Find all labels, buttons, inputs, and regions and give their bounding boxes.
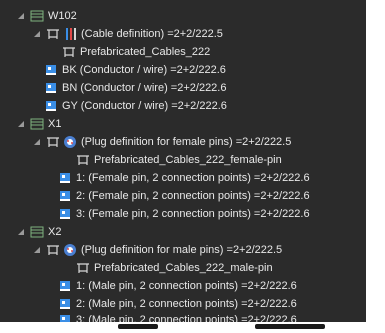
tree-row-male-pin-3[interactable]: 3: (Male pin, 2 connection points) =2+2/… bbox=[0, 310, 366, 322]
bottom-margin bbox=[0, 322, 385, 333]
cable-icon bbox=[46, 135, 60, 149]
expand-arrow-icon[interactable] bbox=[16, 119, 26, 129]
tree-row-label: Prefabricated_Cables_222_male-pin bbox=[94, 262, 273, 274]
tree-row-plug-definition-male[interactable]: (Plug definition for male pins) =2+2/222… bbox=[0, 240, 366, 260]
tree-row-label: 1: (Male pin, 2 connection points) =2+2/… bbox=[76, 280, 297, 292]
tree-row-label: W102 bbox=[48, 10, 77, 22]
tree-row-label: GY (Conductor / wire) =2+2/222.6 bbox=[62, 100, 227, 112]
tree-row-x1[interactable]: X1 bbox=[0, 114, 366, 134]
expand-arrow-icon[interactable] bbox=[16, 11, 26, 21]
tree-row-female-pin-2[interactable]: 2: (Female pin, 2 connection points) =2+… bbox=[0, 186, 366, 206]
tree-row-label: 3: (Female pin, 2 connection points) =2+… bbox=[76, 208, 310, 220]
tree-row-w102[interactable]: W102 bbox=[0, 6, 366, 26]
tree-row-label: (Plug definition for male pins) =2+2/222… bbox=[81, 244, 283, 256]
tree-row-bn[interactable]: BN (Conductor / wire) =2+2/222.6 bbox=[0, 78, 366, 98]
tree-row-label: (Plug definition for female pins) =2+2/2… bbox=[81, 136, 292, 148]
tree-row-label: (Cable definition) =2+2/222.5 bbox=[81, 28, 223, 40]
pin-icon bbox=[58, 207, 72, 221]
tree-row-female-pin-3[interactable]: 3: (Female pin, 2 connection points) =2+… bbox=[0, 204, 366, 224]
cropped-artifact bbox=[118, 324, 158, 329]
cable-icon bbox=[76, 153, 90, 167]
tree-row-prefabricated-cables[interactable]: Prefabricated_Cables_222 bbox=[0, 42, 366, 62]
tree-row-x2[interactable]: X2 bbox=[0, 222, 366, 242]
tree-row-cable-definition[interactable]: (Cable definition) =2+2/222.5 bbox=[0, 24, 366, 44]
cable-icon bbox=[62, 45, 76, 59]
tree-row-label: Prefabricated_Cables_222_female-pin bbox=[94, 154, 282, 166]
pin-icon bbox=[58, 313, 72, 322]
pin-icon bbox=[58, 297, 72, 311]
cable-icon bbox=[76, 261, 90, 275]
conductor-icon bbox=[44, 63, 58, 77]
cable-icon bbox=[46, 243, 60, 257]
tree-row-bk[interactable]: BK (Conductor / wire) =2+2/222.6 bbox=[0, 60, 366, 80]
conductor-icon bbox=[44, 81, 58, 95]
expand-arrow-icon[interactable] bbox=[32, 245, 42, 255]
conductor-icon bbox=[44, 99, 58, 113]
tree-view: W102 (Cable definition) =2+2/222.5 Prefa… bbox=[0, 0, 366, 322]
tree-row-label: Prefabricated_Cables_222 bbox=[80, 46, 211, 58]
tree-row-label: X1 bbox=[48, 118, 62, 130]
pin-icon bbox=[58, 279, 72, 293]
cropped-artifact bbox=[255, 324, 325, 329]
device-group-icon bbox=[30, 9, 44, 23]
tree-row-label: 2: (Male pin, 2 connection points) =2+2/… bbox=[76, 298, 297, 310]
expand-arrow-icon[interactable] bbox=[32, 137, 42, 147]
device-group-icon bbox=[30, 225, 44, 239]
tree-row-label: 3: (Male pin, 2 connection points) =2+2/… bbox=[76, 314, 297, 322]
pin-icon bbox=[58, 171, 72, 185]
plug-definition-icon bbox=[63, 243, 77, 257]
tree-row-female-pin-1[interactable]: 1: (Female pin, 2 connection points) =2+… bbox=[0, 168, 366, 188]
tree-row-label: 2: (Female pin, 2 connection points) =2+… bbox=[76, 190, 310, 202]
tree-row-label: BN (Conductor / wire) =2+2/222.6 bbox=[62, 82, 227, 94]
expand-arrow-icon[interactable] bbox=[32, 29, 42, 39]
pin-icon bbox=[58, 189, 72, 203]
tree-row-prefabricated-male-pin[interactable]: Prefabricated_Cables_222_male-pin bbox=[0, 258, 366, 278]
device-group-icon bbox=[30, 117, 44, 131]
tree-row-plug-definition-female[interactable]: (Plug definition for female pins) =2+2/2… bbox=[0, 132, 366, 152]
expand-arrow-icon[interactable] bbox=[16, 227, 26, 237]
plug-definition-icon bbox=[63, 135, 77, 149]
cable-icon bbox=[46, 27, 60, 41]
tree-row-label: 1: (Female pin, 2 connection points) =2+… bbox=[76, 172, 310, 184]
tree-row-label: X2 bbox=[48, 226, 62, 238]
tree-row-label: BK (Conductor / wire) =2+2/222.6 bbox=[62, 64, 226, 76]
cable-definition-icon bbox=[63, 27, 77, 41]
tree-row-male-pin-1[interactable]: 1: (Male pin, 2 connection points) =2+2/… bbox=[0, 276, 366, 296]
tree-row-gy[interactable]: GY (Conductor / wire) =2+2/222.6 bbox=[0, 96, 366, 116]
tree-row-prefabricated-female-pin[interactable]: Prefabricated_Cables_222_female-pin bbox=[0, 150, 366, 170]
right-margin bbox=[366, 0, 385, 322]
